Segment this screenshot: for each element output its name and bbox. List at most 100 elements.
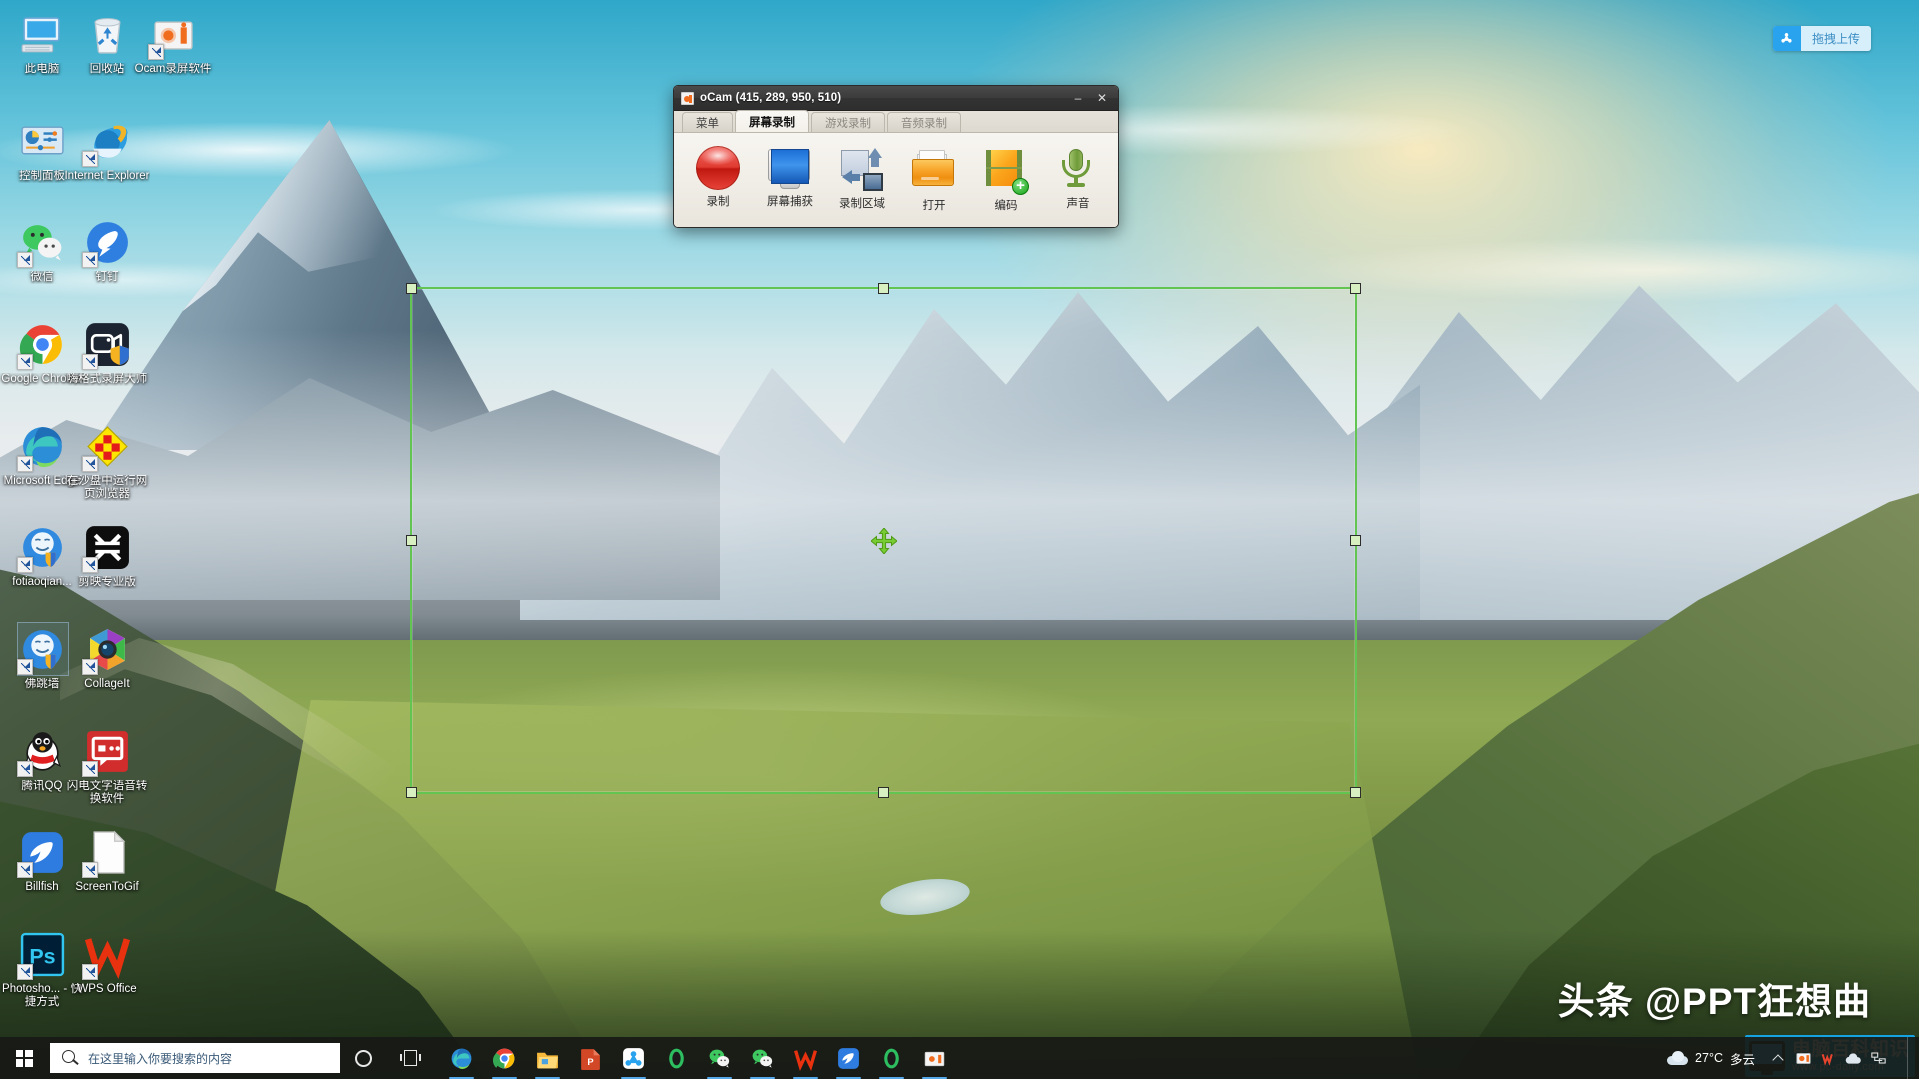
desktop-icon-11[interactable]: 在沙盘中运行网页浏览器 (64, 422, 150, 501)
baidu-netdisk-upload-widget[interactable]: 拖拽上传 (1772, 26, 1871, 51)
taskbar-app-file-explorer[interactable] (526, 1037, 569, 1079)
google-chrome-icon (16, 320, 67, 370)
search-placeholder: 在这里输入你要搜索的内容 (88, 1051, 233, 1066)
windows-taskbar: 在这里输入你要搜索的内容 P 27°C 多云 (0, 1037, 1919, 1079)
ocam-toolbar-encode[interactable]: 编码 (972, 141, 1040, 217)
file-explorer-icon (535, 1046, 560, 1071)
fotiaoqiang-icon (16, 625, 67, 675)
ocam-toolbar-record-region[interactable]: 录制区域 (828, 141, 896, 217)
ocam-toolbar-record-button[interactable]: 录制 (684, 141, 752, 217)
higeshi-recorder-icon (81, 320, 132, 370)
desktop-icon-19[interactable]: ScreenToGif (64, 828, 150, 894)
taskbar-app-ocam[interactable] (913, 1037, 956, 1079)
resize-handle-bottom-left[interactable] (406, 787, 417, 798)
ocam-tray-icon[interactable] (1791, 1037, 1816, 1079)
taskbar-app-evernote[interactable] (655, 1037, 698, 1079)
taskbar-app-evernote-2[interactable] (870, 1037, 913, 1079)
taskbar-app-wechat-work[interactable] (741, 1037, 784, 1079)
ocam-window-title: oCam (415, 289, 950, 510) (700, 92, 842, 104)
resize-handle-top-right[interactable] (1350, 283, 1361, 294)
taskbar-app-google-chrome[interactable] (483, 1037, 526, 1079)
baidu-netdisk-icon (1772, 26, 1801, 51)
taskbar-app-baidu-netdisk[interactable] (612, 1037, 655, 1079)
ocam-tab-1[interactable]: 菜单 (682, 112, 733, 132)
desktop-icon-7[interactable]: 钉钉 (64, 218, 150, 284)
desktop-icon-label: WPS Office (77, 983, 137, 995)
ocam-toolbar-label: 编码 (994, 200, 1018, 212)
wps-tray-icon[interactable] (1816, 1037, 1841, 1079)
shortcut-arrow-icon (81, 151, 98, 167)
ocam-titlebar[interactable]: oCam (415, 289, 950, 510) – ✕ (674, 86, 1118, 111)
ocam-tab-4[interactable]: 音频录制 (887, 112, 961, 132)
collageit-icon (81, 625, 132, 675)
wps-office-icon (81, 930, 132, 980)
ocam-tab-label: 音频录制 (901, 117, 947, 130)
network-tray-icon[interactable] (1866, 1037, 1891, 1079)
jianying-icon (81, 523, 132, 573)
desktop-icon-13[interactable]: 剪映专业版 (64, 523, 150, 589)
microsoft-edge-icon (16, 422, 67, 472)
cortana-icon[interactable] (340, 1037, 386, 1079)
desktop-icon-label: 闪电文字语音转换软件 (66, 780, 148, 805)
encode-icon (984, 150, 1029, 195)
move-cursor-icon[interactable] (869, 526, 898, 555)
ocam-tab-2[interactable]: 屏幕录制 (735, 110, 809, 132)
taskbar-app-microsoft-edge[interactable] (440, 1037, 483, 1079)
ocam-icon (922, 1046, 947, 1071)
resize-handle-bottom-center[interactable] (877, 787, 889, 798)
cloud-sync-tray-icon[interactable] (1841, 1037, 1866, 1079)
resize-handle-top-left[interactable] (406, 283, 417, 294)
desktop-icon-5[interactable]: Internet Explorer (64, 117, 150, 183)
ocam-toolbar-screen-capture[interactable]: 屏幕捕获 (756, 141, 824, 217)
close-button[interactable]: ✕ (1090, 89, 1114, 107)
screentogif-icon (81, 828, 132, 878)
resize-handle-top-center[interactable] (877, 283, 889, 294)
desktop-icon-3[interactable]: Ocam录屏软件 (130, 10, 216, 76)
desktop-icon-17[interactable]: 闪电文字语音转换软件 (64, 727, 150, 806)
desktop-icon-15[interactable]: CollageIt (64, 625, 150, 691)
shortcut-arrow-icon (81, 354, 98, 370)
ocam-tab-3[interactable]: 游戏录制 (811, 112, 885, 132)
weather-widget[interactable]: 27°C 多云 (1657, 1049, 1765, 1068)
ocam-tab-label: 屏幕录制 (749, 116, 795, 129)
shortcut-arrow-icon (81, 964, 98, 980)
ocam-window[interactable]: oCam (415, 289, 950, 510) – ✕ 菜单 屏幕录制 游戏录制… (673, 85, 1119, 228)
control-panel-icon (18, 117, 67, 166)
chevron-up-icon[interactable] (1765, 1037, 1791, 1079)
shortcut-arrow-icon (16, 354, 33, 370)
ocam-toolbar-microphone[interactable]: 声音 (1044, 141, 1112, 217)
ocam-icon (681, 91, 694, 105)
taskbar-app-powerpoint[interactable]: P (569, 1037, 612, 1079)
tencent-qq-icon (16, 727, 67, 777)
ocam-toolbar-label: 打开 (922, 200, 946, 212)
taskbar-app-wechat[interactable] (698, 1037, 741, 1079)
recording-region-selection[interactable] (406, 283, 1361, 798)
resize-handle-bottom-right[interactable] (1350, 787, 1361, 798)
clock[interactable] (1891, 1037, 1907, 1079)
desktop-icon-21[interactable]: WPS Office (64, 930, 150, 996)
search-icon (60, 1048, 80, 1068)
ocam-toolbar: 录制 屏幕捕获 录制区域 打开 编码 声音 (674, 133, 1118, 227)
shortcut-arrow-icon (16, 557, 33, 573)
search-input[interactable]: 在这里输入你要搜索的内容 (50, 1043, 340, 1073)
sandboxie-icon (81, 422, 132, 472)
ocam-toolbar-label: 录制 (706, 196, 730, 208)
show-desktop-button[interactable] (1907, 1037, 1915, 1079)
minimize-button[interactable]: – (1066, 89, 1090, 107)
desktop-icon-label: Ocam录屏软件 (134, 63, 212, 75)
resize-handle-middle-right[interactable] (1350, 534, 1361, 546)
taskbar-app-billfish[interactable] (827, 1037, 870, 1079)
taskbar-app-list: P (440, 1037, 956, 1079)
taskbar-app-wps-office[interactable] (784, 1037, 827, 1079)
ocam-tab-bar: 菜单 屏幕录制 游戏录制 音频录制 (674, 110, 1118, 133)
upload-widget-label: 拖拽上传 (1811, 32, 1860, 46)
task-view-icon[interactable] (386, 1037, 432, 1079)
weather-condition: 多云 (1729, 1052, 1755, 1067)
shortcut-arrow-icon (81, 659, 98, 675)
windows-start-icon[interactable] (0, 1037, 48, 1079)
system-tray: 27°C 多云 (1657, 1037, 1919, 1079)
desktop-icon-label: 剪映专业版 (78, 576, 136, 588)
desktop-icon-9[interactable]: 嗨格式录屏大师 (64, 320, 150, 386)
ocam-toolbar-open-folder[interactable]: 打开 (900, 141, 968, 217)
resize-handle-middle-left[interactable] (406, 534, 417, 546)
